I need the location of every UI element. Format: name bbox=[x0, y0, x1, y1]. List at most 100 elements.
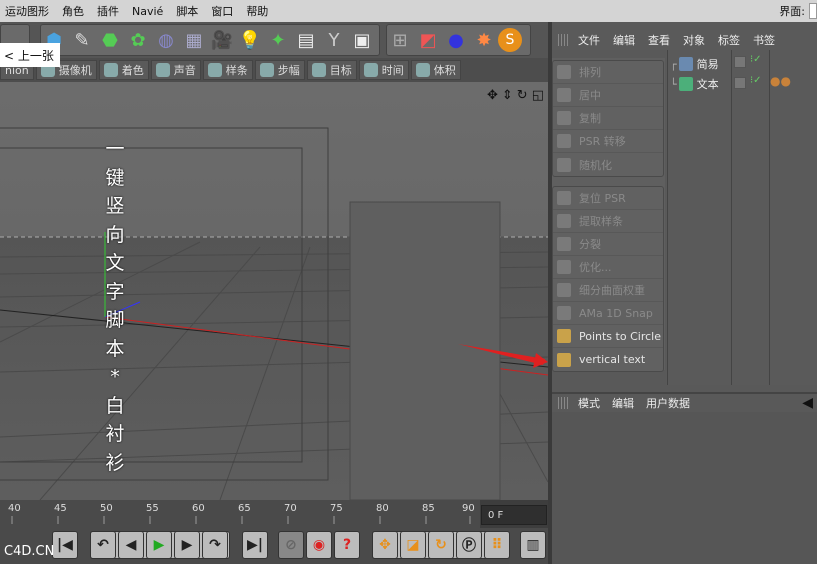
tab-shading[interactable]: 着色 bbox=[98, 60, 149, 80]
3d-viewport[interactable]: ✥ ⇕ ↻ ◱ bbox=[0, 82, 548, 500]
plugin-center[interactable]: 居中 bbox=[553, 84, 663, 107]
menu-script[interactable]: 脚本 bbox=[171, 3, 206, 19]
frame-field[interactable]: 0 F bbox=[481, 505, 547, 525]
tab-volume[interactable]: 体积 bbox=[410, 60, 461, 80]
tab-sound-label: 声音 bbox=[173, 64, 196, 77]
timeline-ruler[interactable]: 40 45 50 55 60 65 70 75 80 85 90 bbox=[0, 500, 480, 528]
visibility-toggle[interactable] bbox=[734, 56, 746, 68]
camera-icon[interactable]: 🎥 bbox=[208, 25, 236, 55]
prev-frame-button[interactable]: ◀ bbox=[118, 531, 144, 559]
menu-help[interactable]: 帮助 bbox=[241, 3, 276, 19]
tab-stride[interactable]: 步幅 bbox=[254, 60, 305, 80]
light-icon[interactable]: 💡 bbox=[236, 25, 264, 55]
zoom-view-icon[interactable]: ⇕ bbox=[502, 88, 513, 103]
go-start-button[interactable]: |◀ bbox=[52, 531, 78, 559]
sphere-render-icon[interactable]: ● bbox=[442, 25, 470, 55]
optimize-icon bbox=[557, 260, 571, 274]
layout-label: 界面: bbox=[779, 5, 805, 18]
tick-label: 75 bbox=[330, 503, 343, 514]
go-end-button[interactable]: ▶| bbox=[242, 531, 268, 559]
snap-icon[interactable]: ⊞ bbox=[386, 25, 414, 55]
menu-character[interactable]: 角色 bbox=[57, 3, 92, 19]
om-menu-tags[interactable]: 标签 bbox=[718, 32, 740, 48]
document-icon[interactable]: ▤ bbox=[292, 25, 320, 55]
s-plugin-icon[interactable]: S bbox=[498, 28, 522, 52]
fork-icon[interactable]: Y bbox=[320, 25, 348, 55]
spline-icon bbox=[207, 63, 222, 77]
menu-window[interactable]: 窗口 bbox=[206, 3, 241, 19]
scale-key-icon[interactable]: ◪ bbox=[400, 531, 426, 559]
plugin-psr-transfer[interactable]: PSR 转移 bbox=[553, 130, 663, 153]
param-key-icon[interactable]: Ⓟ bbox=[456, 531, 482, 559]
om-menu-file[interactable]: 文件 bbox=[578, 32, 600, 48]
attr-menu-userdata[interactable]: 用户数据 bbox=[646, 395, 690, 411]
panel-grip-icon[interactable] bbox=[558, 397, 570, 409]
next-key-button[interactable]: ↷ bbox=[202, 531, 228, 559]
subdivision-icon[interactable]: ⬣ bbox=[96, 25, 124, 55]
spline-pen-icon[interactable]: ✎ bbox=[68, 25, 96, 55]
next-frame-button[interactable]: ▶ bbox=[174, 531, 200, 559]
plugin-points-to-circle[interactable]: Points to Circle bbox=[553, 325, 663, 348]
panel-grip-icon[interactable] bbox=[558, 34, 570, 46]
plugin-reset-psr[interactable]: 复位 PSR bbox=[553, 187, 663, 210]
back-button[interactable]: < 上一张 bbox=[0, 43, 60, 67]
plugin-arrange[interactable]: 排列 bbox=[553, 61, 663, 84]
move-key-icon[interactable]: ✥ bbox=[372, 531, 398, 559]
pack-icon[interactable]: ▣ bbox=[348, 25, 376, 55]
layout-dropdown[interactable] bbox=[809, 3, 817, 19]
tab-spline[interactable]: 样条 bbox=[202, 60, 253, 80]
plugin-ama-snap[interactable]: AMa 1D Snap bbox=[553, 302, 663, 325]
visibility-toggle[interactable] bbox=[734, 77, 746, 89]
plugin-label: Points to Circle bbox=[579, 329, 661, 343]
menu-plugins[interactable]: 插件 bbox=[92, 3, 127, 19]
effector-icon[interactable]: ✦ bbox=[264, 25, 292, 55]
tab-target[interactable]: 目标 bbox=[306, 60, 357, 80]
tab-sound[interactable]: 声音 bbox=[150, 60, 201, 80]
om-menu-view[interactable]: 查看 bbox=[648, 32, 670, 48]
array-icon[interactable]: ✿ bbox=[124, 25, 152, 55]
play-button[interactable]: ▶ bbox=[146, 531, 172, 559]
tab-time[interactable]: 时间 bbox=[358, 60, 409, 80]
tree-row-text[interactable]: └ 文本 bbox=[670, 74, 719, 94]
vtext-char: * bbox=[110, 366, 120, 388]
transfer-icon bbox=[557, 134, 571, 148]
enabled-check-icon[interactable]: ⁝✓ bbox=[750, 54, 762, 65]
menu-navie[interactable]: Navié bbox=[127, 5, 171, 18]
plugin-label: 分裂 bbox=[579, 238, 601, 251]
render-icon[interactable]: ◩ bbox=[414, 25, 442, 55]
plugin-extract-spline[interactable]: 提取样条 bbox=[553, 210, 663, 233]
om-menu-objects[interactable]: 对象 bbox=[683, 32, 705, 48]
vtext-char: 一 bbox=[105, 138, 125, 160]
tag-icon[interactable]: ●● bbox=[770, 74, 791, 88]
plugin-subdiv-weight[interactable]: 细分曲面权重 bbox=[553, 279, 663, 302]
vtext-char: 白 bbox=[105, 394, 125, 417]
rotate-view-icon[interactable]: ↻ bbox=[517, 88, 528, 103]
back-arrow-icon[interactable]: ◀ bbox=[802, 395, 813, 411]
deformer-icon[interactable]: ◍ bbox=[152, 25, 180, 55]
plugin-duplicate[interactable]: 复制 bbox=[553, 107, 663, 130]
tab-shading-label: 着色 bbox=[121, 64, 144, 77]
floor-icon[interactable]: ▦ bbox=[180, 25, 208, 55]
om-menu-bookmarks[interactable]: 书签 bbox=[753, 32, 775, 48]
help-button[interactable]: ? bbox=[334, 531, 360, 559]
attr-menu-mode[interactable]: 模式 bbox=[578, 395, 600, 411]
plugin-split[interactable]: 分裂 bbox=[553, 233, 663, 256]
explode-icon[interactable]: ✸ bbox=[470, 25, 498, 55]
menu-motiongraph[interactable]: 运动图形 bbox=[0, 3, 57, 19]
attr-menu-edit[interactable]: 编辑 bbox=[612, 395, 634, 411]
prev-key-button[interactable]: ↶ bbox=[90, 531, 116, 559]
maximize-view-icon[interactable]: ◱ bbox=[532, 88, 544, 103]
plugin-vertical-text[interactable]: vertical text bbox=[553, 348, 663, 371]
move-view-icon[interactable]: ✥ bbox=[487, 88, 498, 103]
record-disabled-button[interactable]: ⊘ bbox=[278, 531, 304, 559]
film-strip-icon[interactable]: ▥ bbox=[520, 531, 546, 559]
om-menu-edit[interactable]: 编辑 bbox=[613, 32, 635, 48]
pla-key-icon[interactable]: ⠿ bbox=[484, 531, 510, 559]
auto-key-button[interactable]: ◉ bbox=[306, 531, 332, 559]
tree-row-null[interactable]: ┌ 简易 bbox=[670, 54, 719, 74]
enabled-check-icon[interactable]: ⁝✓ bbox=[750, 75, 762, 86]
rotate-key-icon[interactable]: ↻ bbox=[428, 531, 454, 559]
volume-icon bbox=[415, 63, 430, 77]
plugin-randomize[interactable]: 随机化 bbox=[553, 153, 663, 176]
plugin-optimize[interactable]: 优化... bbox=[553, 256, 663, 279]
